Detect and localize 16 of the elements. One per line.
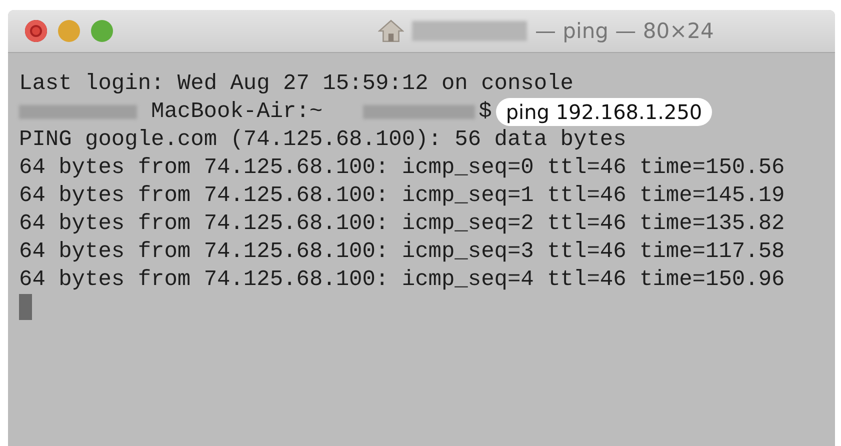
- close-button[interactable]: [25, 20, 47, 42]
- highlighted-command: ping 192.168.1.250: [496, 98, 712, 126]
- window-title: — ping — 80×24: [535, 19, 714, 43]
- prompt-host: MacBook-Air:~: [151, 98, 323, 126]
- house-icon: [378, 18, 404, 44]
- terminal-line: 64 bytes from 74.125.68.100: icmp_seq=4 ttl=46 time=150.96: [19, 266, 786, 294]
- text-cursor: [19, 294, 32, 320]
- terminal-line: 64 bytes from 74.125.68.100: icmp_seq=0 ttl=46 time=150.56: [19, 154, 786, 182]
- terminal-line: PING google.com (74.125.68.100): 56 data bytes: [19, 126, 628, 154]
- terminal-line: 64 bytes from 74.125.68.100: icmp_seq=1 ttl=46 time=145.19: [19, 182, 786, 210]
- terminal-line: 64 bytes from 74.125.68.100: icmp_seq=3 ttl=46 time=117.58: [19, 238, 786, 266]
- prompt-symbol: $: [478, 98, 492, 126]
- zoom-button[interactable]: [91, 20, 113, 42]
- terminal-line: 64 bytes from 74.125.68.100: icmp_seq=2 ttl=46 time=135.82: [19, 210, 786, 238]
- minimize-button[interactable]: [58, 20, 80, 42]
- terminal-line: Last login: Wed Aug 27 15:59:12 on console: [19, 70, 574, 98]
